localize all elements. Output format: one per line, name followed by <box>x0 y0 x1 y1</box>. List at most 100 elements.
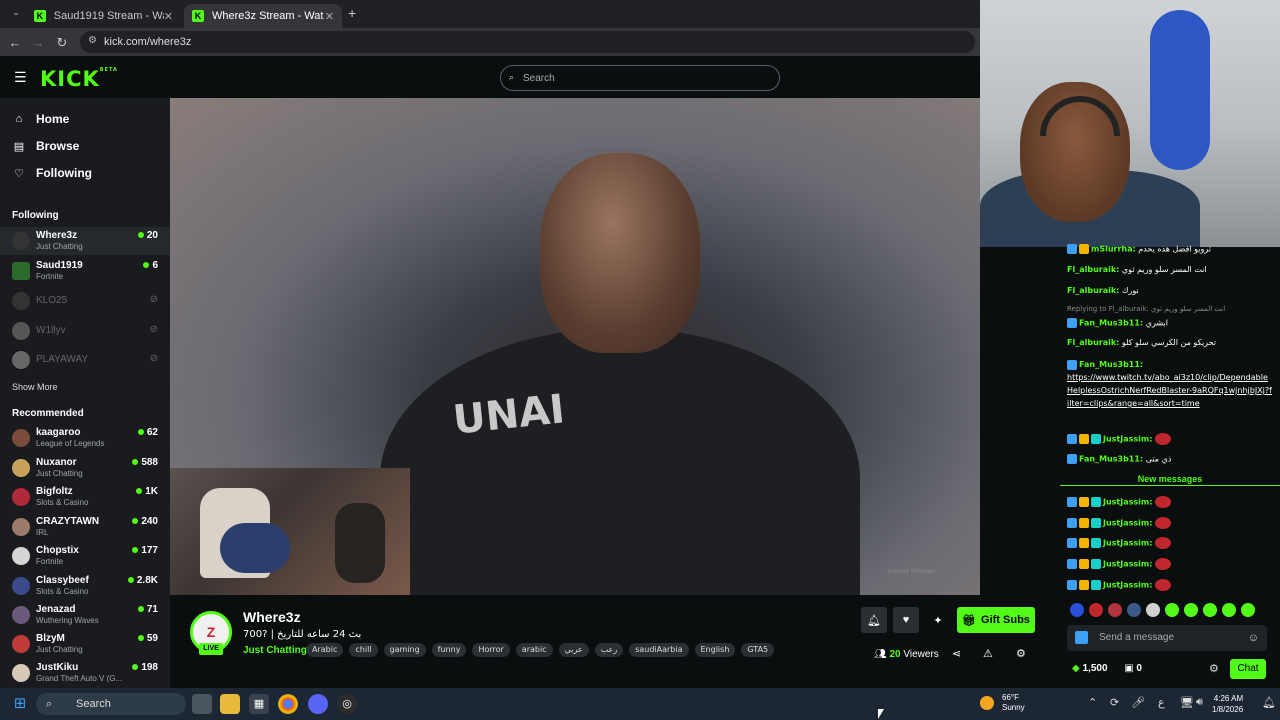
close-tab-icon[interactable]: ✕ <box>164 10 173 23</box>
sidebar-recommended-channel[interactable]: Jenazad Wuthering Waves 71 <box>0 601 170 629</box>
back-arrow-icon[interactable]: ← <box>3 35 27 50</box>
url-bar[interactable]: ⚙ kick.com/where3z <box>80 31 975 53</box>
sidebar-recommended-channel[interactable]: kaagaroo League of Legends 62 <box>0 424 170 452</box>
sidebar-recommended-channel[interactable]: BlzyM Just Chatting 59 <box>0 630 170 658</box>
sidebar-recommended-channel[interactable]: Nuxanor Just Chatting 588 <box>0 454 170 482</box>
tray-app-icon[interactable]: ⟳ <box>1110 696 1119 709</box>
gift-subs-button[interactable]: 🎁︎ Gift Subs <box>957 607 1035 633</box>
sidebar-channel-w1llyv[interactable]: W1llyv ⊘ <box>0 317 170 345</box>
emote-icon[interactable] <box>1203 603 1217 617</box>
notification-icon[interactable]: 🔔︎ <box>1262 696 1276 709</box>
chat-username[interactable]: JustJassim: <box>1103 539 1152 548</box>
stream-tag[interactable]: رعب <box>594 643 624 657</box>
chat-username[interactable]: JustJassim: <box>1103 560 1152 569</box>
emote-icon[interactable] <box>1108 603 1122 617</box>
emote-icon[interactable] <box>1070 603 1084 617</box>
search-input[interactable]: ⌕ Search <box>500 65 780 91</box>
chat-message-input[interactable]: Send a message ☺ <box>1067 625 1267 651</box>
sidebar-channel-playaway[interactable]: PLAYAWAY ⊘ <box>0 346 170 374</box>
sidebar-recommended-channel[interactable]: Chopstix Fortnite 177 <box>0 542 170 570</box>
share-icon[interactable]: ⋖ <box>952 647 961 660</box>
chat-username[interactable]: JustJassim: <box>1103 519 1152 528</box>
chat-username[interactable]: Fan_Mus3b11: <box>1079 360 1143 369</box>
app-icon[interactable]: ◎ <box>337 694 357 714</box>
chat-username[interactable]: JustJassim: <box>1103 581 1152 590</box>
emote-icon[interactable] <box>1222 603 1236 617</box>
hamburger-menu-icon[interactable]: ☰ <box>14 69 27 86</box>
chat-username[interactable]: Fl_alburaik: <box>1067 338 1119 347</box>
chat-username[interactable]: JustJassim: <box>1103 435 1152 444</box>
show-more-link[interactable]: Show More <box>12 382 58 392</box>
stream-tag[interactable]: chill <box>349 643 378 657</box>
settings-person-icon[interactable]: ⚙ <box>1016 647 1026 660</box>
windows-start-icon[interactable]: ⊞ <box>10 694 30 714</box>
chat-send-button[interactable]: Chat <box>1230 659 1266 679</box>
chat-username[interactable]: Fan_Mus3b11: <box>1079 455 1143 464</box>
new-messages-divider[interactable]: New messages <box>1060 474 1280 486</box>
tray-chevron-icon[interactable]: ⌃ <box>1088 696 1097 709</box>
sidebar-recommended-channel[interactable]: Classybeef Slots & Casino 2.8K <box>0 572 170 600</box>
video-player[interactable]: UNAI Activate Windows <box>170 98 980 595</box>
sidebar-recommended-channel[interactable]: Bigfoltz Slots & Casino 1K <box>0 483 170 511</box>
sidebar-recommended-channel[interactable]: JustKiku Grand Theft Auto V (G... 198 <box>0 659 170 687</box>
reload-icon[interactable]: ↻ <box>50 35 74 51</box>
stream-tag[interactable]: gaming <box>383 643 426 657</box>
discord-icon[interactable] <box>308 694 328 714</box>
language-icon[interactable]: ع <box>1158 696 1165 709</box>
chat-badge-icon[interactable] <box>1075 631 1088 644</box>
stream-tag[interactable]: Arabic <box>306 643 344 657</box>
sidebar-channel-klo25[interactable]: KLO25 ⊘ <box>0 287 170 315</box>
taskbar-clock[interactable]: 4:26 AM 1/8/2026 <box>1212 693 1243 715</box>
chrome-icon[interactable] <box>278 694 298 714</box>
chat-username[interactable]: mSlurrha: <box>1091 245 1136 254</box>
emote-icon[interactable] <box>1146 603 1160 617</box>
task-view-icon[interactable] <box>192 694 212 714</box>
sidebar-channel-where3z[interactable]: Where3z Just Chatting 20 <box>0 227 170 255</box>
stream-tag[interactable]: Horror <box>472 643 510 657</box>
stream-tag[interactable]: عربي <box>558 643 589 657</box>
sidebar-recommended-channel[interactable]: CRAZYTAWN IRL 240 <box>0 513 170 541</box>
stream-category-link[interactable]: Just Chatting <box>243 645 307 656</box>
sidebar-nav-home[interactable]: ⌂ Home <box>12 112 70 126</box>
site-info-icon[interactable]: ⚙ <box>88 35 97 46</box>
file-explorer-icon[interactable] <box>220 694 240 714</box>
sidebar-nav-following[interactable]: ♡ Following <box>12 166 92 180</box>
channel-points[interactable]: ◆ 1,500 ▣ 0 <box>1072 663 1142 674</box>
stream-tag[interactable]: arabic <box>515 643 553 657</box>
follow-heart-button[interactable]: ♥ <box>893 607 919 633</box>
emote-icon[interactable] <box>1165 603 1179 617</box>
stream-tag[interactable]: GTA5 <box>741 643 775 657</box>
emote-icon[interactable] <box>1241 603 1255 617</box>
weather-widget[interactable]: 66°F Sunny <box>980 693 1025 713</box>
emote-icon[interactable] <box>1127 603 1141 617</box>
forward-arrow-icon[interactable]: → <box>26 35 50 50</box>
emote-icon[interactable] <box>1184 603 1198 617</box>
tab-list-chevron-icon[interactable]: ⌄ <box>4 7 28 18</box>
stream-tag[interactable]: funny <box>431 643 467 657</box>
store-icon[interactable]: ▦ <box>249 694 269 714</box>
network-icon[interactable]: 🖥︎ <box>1180 696 1194 709</box>
browser-tab-1[interactable]: K Saud1919 Stream - Watch Live ✕ <box>26 4 181 28</box>
report-icon[interactable]: ⚠ <box>983 647 993 660</box>
sidebar-channel-saud1919[interactable]: Saud1919 Fortnite 6 <box>0 257 170 285</box>
emoji-icon[interactable]: ☺ <box>1248 625 1259 651</box>
emote-icon[interactable] <box>1089 603 1103 617</box>
new-tab-button[interactable]: + <box>348 5 356 21</box>
microphone-icon[interactable]: 🎤︎ <box>1131 696 1145 709</box>
kick-logo[interactable]: KICKBETA <box>40 67 118 91</box>
chat-username[interactable]: JustJassim: <box>1103 498 1152 507</box>
sidebar-nav-browse[interactable]: ▤ Browse <box>12 139 80 153</box>
stream-tag[interactable]: English <box>694 643 736 657</box>
volume-icon[interactable]: 🔊︎ <box>1196 696 1203 709</box>
taskbar-search[interactable]: ⌕ Search <box>36 693 186 715</box>
streamer-name[interactable]: Where3z <box>243 609 301 625</box>
chat-link[interactable]: https://www.twitch.tv/abo_ai3z10/clip/De… <box>1067 373 1272 408</box>
browser-tab-2[interactable]: K Where3z Stream - Watch Live o ✕ <box>184 4 342 28</box>
chat-username[interactable]: Fan_Mus3b11: <box>1079 319 1143 328</box>
stream-tag[interactable]: saudiAarbia <box>629 643 689 657</box>
chat-username[interactable]: Fl_alburaik: <box>1067 286 1119 295</box>
sparkle-button[interactable]: ✦ <box>925 607 951 633</box>
chat-username[interactable]: Fl_alburaik: <box>1067 265 1119 274</box>
chat-settings-gear-icon[interactable]: ⚙ <box>1209 662 1219 675</box>
notification-bell-button[interactable]: 🔔︎ <box>861 607 887 633</box>
